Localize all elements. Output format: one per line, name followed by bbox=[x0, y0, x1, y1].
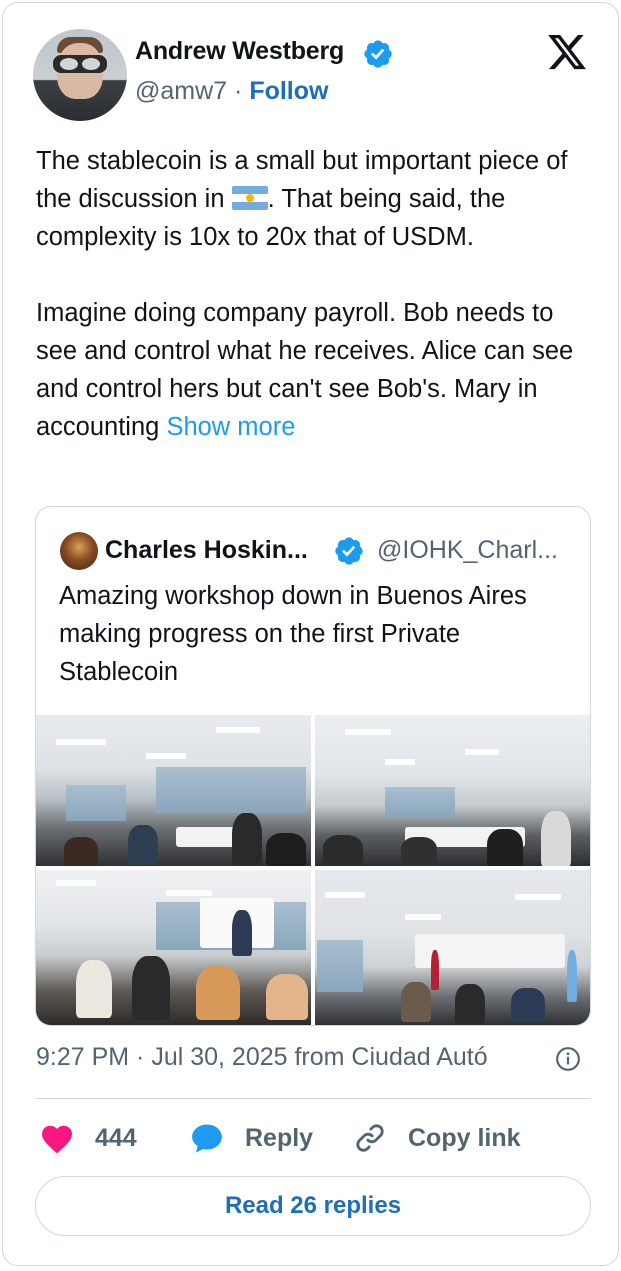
verified-badge-icon bbox=[335, 537, 363, 565]
quoted-photo-2[interactable] bbox=[315, 715, 590, 866]
author-avatar[interactable] bbox=[33, 29, 127, 121]
reply-bubble-icon bbox=[192, 1124, 222, 1153]
author-handle-row: @amw7 · Follow bbox=[135, 77, 328, 106]
follow-link[interactable]: Follow bbox=[249, 77, 328, 105]
reply-label: Reply bbox=[245, 1123, 314, 1152]
like-button[interactable]: 444 bbox=[39, 1118, 137, 1158]
tweet-embed-card: Andrew Westberg @amw7 · Follow The stabl… bbox=[2, 2, 619, 1266]
copy-link-label: Copy link bbox=[408, 1123, 521, 1152]
quoted-tweet-text: Amazing workshop down in Buenos Aires ma… bbox=[59, 582, 527, 686]
quoted-photo-1[interactable] bbox=[36, 715, 311, 866]
quoted-photo-4[interactable] bbox=[315, 870, 590, 1025]
quoted-author-avatar[interactable] bbox=[60, 532, 98, 570]
tweet-paragraph-1: The stablecoin is a small but important … bbox=[36, 142, 596, 256]
author-handle[interactable]: @amw7 bbox=[135, 77, 227, 105]
verified-badge-icon bbox=[364, 40, 392, 68]
quoted-tweet[interactable]: Charles Hoskin... @IOHK_Charl... Amazing… bbox=[35, 506, 591, 1026]
argentina-flag-icon bbox=[231, 186, 268, 210]
heart-icon bbox=[42, 1125, 72, 1154]
quoted-author-handle[interactable]: @IOHK_Charl... bbox=[377, 536, 558, 565]
like-count: 444 bbox=[95, 1123, 137, 1152]
separator-dot: · bbox=[234, 77, 243, 105]
divider bbox=[35, 1098, 591, 1099]
author-name[interactable]: Andrew Westberg bbox=[135, 37, 344, 66]
show-more-link[interactable]: Show more bbox=[166, 413, 295, 441]
tweet-paragraph-2: Imagine doing company payroll. Bob needs… bbox=[36, 294, 596, 446]
quoted-photo-3[interactable] bbox=[36, 870, 311, 1025]
tweet-timestamp[interactable]: 9:27 PM · Jul 30, 2025 from Ciudad Autó bbox=[36, 1043, 546, 1072]
info-icon[interactable] bbox=[555, 1046, 581, 1072]
copy-link-button[interactable]: Copy link bbox=[352, 1118, 521, 1158]
link-icon bbox=[356, 1124, 384, 1152]
tweet-text: The stablecoin is a small but important … bbox=[36, 142, 596, 446]
reply-button[interactable]: Reply bbox=[189, 1118, 313, 1158]
tweet-text-part: Imagine doing company payroll. Bob needs… bbox=[36, 299, 574, 441]
quoted-author-name[interactable]: Charles Hoskin... bbox=[105, 536, 308, 565]
read-replies-button[interactable]: Read 26 replies bbox=[35, 1176, 591, 1236]
x-logo-icon[interactable] bbox=[546, 31, 588, 73]
